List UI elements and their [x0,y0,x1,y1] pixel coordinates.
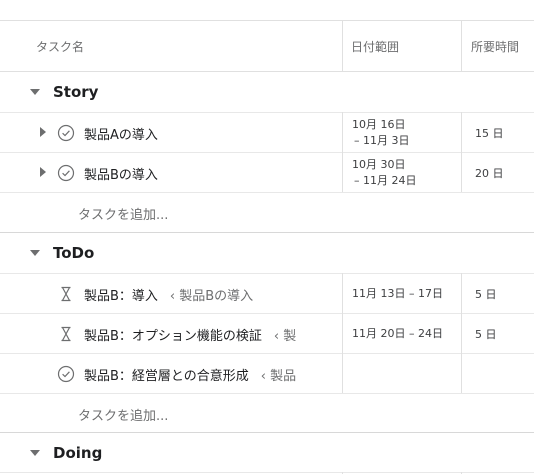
task-row[interactable]: 製品Bの導入 10月 30日 – 11月 24日 20 日 [0,152,534,192]
check-circle-icon[interactable] [57,365,75,383]
task-row[interactable]: 製品B：経営層との合意形成 ‹ 製品 [0,353,534,393]
parent-task-link[interactable]: ‹ 製品 [261,365,296,384]
date-start: 10月 16日 [352,118,406,131]
add-task-button[interactable]: タスクを追加... [78,193,168,233]
task-name[interactable]: 製品B：オプション機能の検証 ‹ 製 [84,314,334,354]
hourglass-icon[interactable] [57,285,75,303]
date-start: 10月 30日 [352,158,406,171]
column-divider [461,20,462,72]
task-row[interactable]: 製品B：導入 ‹ 製品Bの導入 11月 13日 – 17日 5 日 [0,273,534,313]
add-task-row[interactable]: タスクを追加... [0,393,534,433]
collapse-caret-icon[interactable] [30,250,40,256]
task-row[interactable]: 製品B：オプション機能の検証 ‹ 製 11月 20日 – 24日 5 日 [0,313,534,353]
add-task-button[interactable]: タスクを追加... [78,394,168,434]
collapse-caret-icon[interactable] [30,450,40,456]
column-divider [461,112,462,192]
task-name[interactable]: 製品B：導入 ‹ 製品Bの導入 [84,274,334,314]
task-duration[interactable]: 20 日 [475,153,504,193]
collapse-caret-icon[interactable] [30,89,40,95]
section-todo[interactable]: ToDo [0,233,534,273]
expand-subtasks-icon[interactable] [40,127,46,137]
task-name[interactable]: 製品B：経営層との合意形成 ‹ 製品 [84,354,334,394]
section-title[interactable]: Story [53,83,98,101]
parent-task-link[interactable]: ‹ 製 [274,325,296,344]
section-story[interactable]: Story [0,72,534,112]
date-end: – 11月 24日 [354,174,417,187]
check-circle-icon[interactable] [57,124,75,142]
add-task-row[interactable]: タスクを追加... [0,192,534,232]
task-duration[interactable]: 5 日 [475,314,497,354]
task-date-range[interactable]: 10月 30日 – 11月 24日 [352,153,417,193]
check-circle-icon[interactable] [57,164,75,182]
task-date-range[interactable]: 10月 16日 – 11月 3日 [352,113,410,153]
column-header-task-name[interactable]: タスク名 [36,21,84,72]
parent-task-link[interactable]: ‹ 製品Bの導入 [170,285,253,304]
hourglass-icon[interactable] [57,325,75,343]
expand-subtasks-icon[interactable] [40,167,46,177]
section-doing[interactable]: Doing [0,433,534,473]
task-duration[interactable]: 15 日 [475,113,504,153]
date-end: – 11月 3日 [354,134,410,147]
column-divider [461,273,462,393]
task-name[interactable]: 製品Aの導入 [84,113,334,153]
column-header-date-range[interactable]: 日付範囲 [351,21,399,72]
task-name[interactable]: 製品Bの導入 [84,153,334,193]
task-date-range[interactable]: 11月 20日 – 24日 [352,314,443,354]
date-range-text: 11月 20日 – 24日 [352,327,443,340]
date-range-text: 11月 13日 – 17日 [352,287,443,300]
column-divider [342,273,343,393]
column-divider [342,20,343,72]
column-header-duration[interactable]: 所要時間 [471,21,519,72]
task-row[interactable]: 製品Aの導入 10月 16日 – 11月 3日 15 日 [0,112,534,152]
column-divider [342,112,343,192]
column-header-row: タスク名 日付範囲 所要時間 [0,20,534,72]
task-duration[interactable]: 5 日 [475,274,497,314]
task-date-range[interactable]: 11月 13日 – 17日 [352,274,443,314]
section-title[interactable]: Doing [53,444,102,462]
section-title[interactable]: ToDo [53,244,94,262]
